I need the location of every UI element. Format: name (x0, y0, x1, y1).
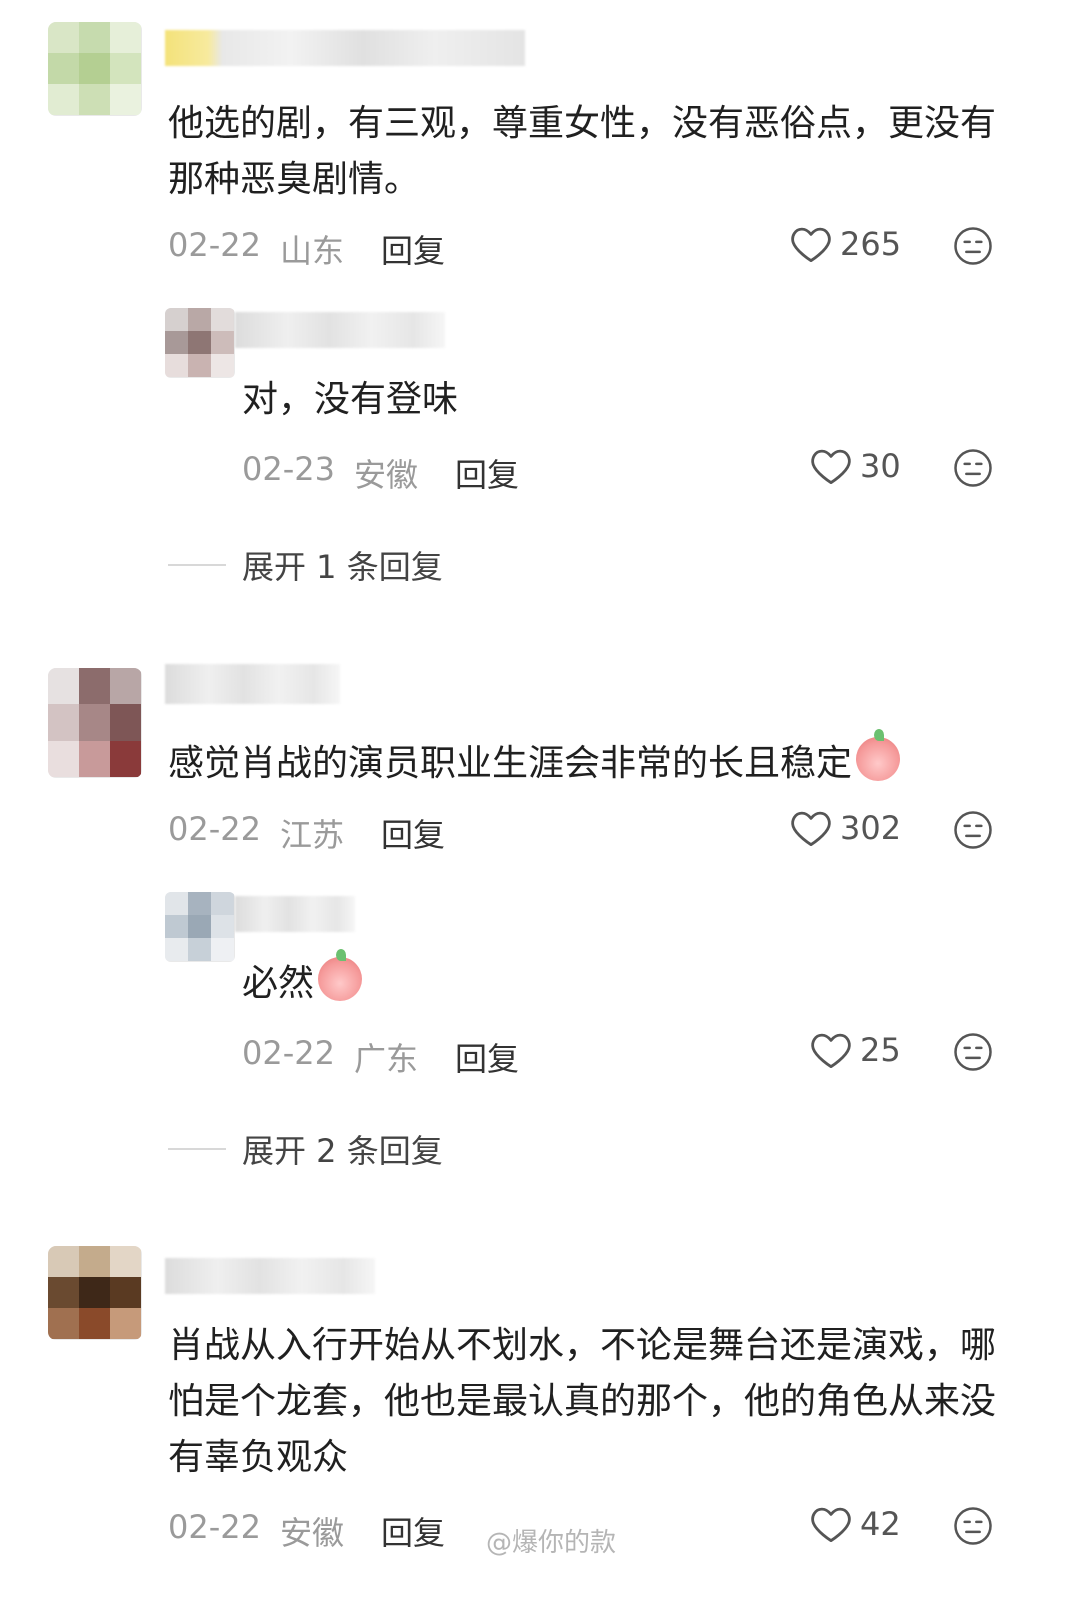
username-blurred[interactable] (165, 30, 525, 66)
username-blurred[interactable] (235, 312, 445, 348)
username-blurred[interactable] (165, 1258, 375, 1294)
comment-location: 山东 (280, 232, 345, 270)
comment-date: 02-22 (168, 810, 261, 848)
neutral-face-icon[interactable] (953, 448, 993, 492)
divider-line (168, 1148, 226, 1150)
avatar[interactable] (48, 1246, 142, 1340)
expand-replies-button[interactable]: 展开 2 条回复 (168, 1126, 443, 1172)
divider-line (168, 564, 226, 566)
comment-1: 他选的剧，有三观，尊重女性，没有恶俗点，更没有那种恶臭剧情。 02-22 山东 … (0, 0, 1080, 620)
avatar[interactable] (165, 892, 235, 962)
like-button[interactable]: 42 (810, 1504, 901, 1544)
like-count: 25 (860, 1031, 901, 1069)
heart-outline-icon (810, 1030, 852, 1070)
heart-outline-icon (790, 808, 832, 848)
reply-location: 安徽 (354, 456, 419, 494)
neutral-face-icon[interactable] (953, 226, 993, 270)
comment-location: 江苏 (280, 816, 345, 854)
comment-date: 02-22 (168, 226, 261, 264)
username-blurred[interactable] (235, 896, 355, 932)
avatar[interactable] (48, 22, 142, 116)
reply-1: 对，没有登味 02-23 安徽 回复 30 (0, 300, 1080, 500)
neutral-face-icon[interactable] (953, 1032, 993, 1076)
reply-text-content: 必然 (242, 963, 315, 1004)
comment-text: 他选的剧，有三观，尊重女性，没有恶俗点，更没有那种恶臭剧情。 (168, 103, 997, 200)
reply-button[interactable]: 回复 (455, 1034, 519, 1080)
reply-date: 02-22 (242, 1034, 335, 1072)
reply-text: 对，没有登味 (242, 379, 459, 420)
pleading-face-emoji (856, 729, 901, 781)
comment-text-content: 感觉肖战的演员职业生涯会非常的长且稳定 (168, 743, 853, 784)
avatar[interactable] (48, 668, 142, 778)
reply-button[interactable]: 回复 (381, 810, 445, 856)
like-button[interactable]: 25 (810, 1030, 901, 1070)
like-count: 30 (860, 447, 901, 485)
like-button[interactable]: 265 (790, 224, 901, 264)
comment-2: 感觉肖战的演员职业生涯会非常的长且稳定 02-22 江苏 回复 302 必然 0… (0, 650, 1080, 1210)
reply-button[interactable]: 回复 (381, 1508, 445, 1554)
reply-button[interactable]: 回复 (455, 450, 519, 496)
neutral-face-icon[interactable] (953, 1506, 993, 1550)
heart-outline-icon (810, 1504, 852, 1544)
comment-text: 肖战从入行开始从不划水，不论是舞台还是演戏，哪怕是个龙套，他也是最认真的那个，他… (168, 1325, 997, 1478)
avatar[interactable] (165, 308, 235, 378)
heart-eyes-emoji (318, 949, 363, 1001)
comment-date: 02-22 (168, 1508, 261, 1546)
like-count: 302 (840, 809, 902, 847)
reply-button[interactable]: 回复 (381, 226, 445, 272)
heart-outline-icon (810, 446, 852, 486)
watermark: @爆你的款 (485, 1528, 616, 1558)
reply-text: 必然 (242, 949, 363, 1012)
neutral-face-icon[interactable] (953, 810, 993, 854)
reply-2: 必然 02-22 广东 回复 25 (0, 888, 1080, 1088)
reply-date: 02-23 (242, 450, 335, 488)
like-count: 265 (840, 225, 902, 263)
reply-location: 广东 (354, 1040, 419, 1078)
comment-text: 感觉肖战的演员职业生涯会非常的长且稳定 (168, 729, 901, 792)
username-blurred[interactable] (165, 664, 340, 704)
like-button[interactable]: 302 (790, 808, 901, 848)
expand-label: 展开 1 条回复 (242, 548, 443, 586)
expand-replies-button[interactable]: 展开 1 条回复 (168, 542, 443, 588)
heart-outline-icon (790, 224, 832, 264)
expand-label: 展开 2 条回复 (242, 1132, 443, 1170)
like-count: 42 (860, 1505, 901, 1543)
like-button[interactable]: 30 (810, 446, 901, 486)
comment-location: 安徽 (280, 1514, 345, 1552)
